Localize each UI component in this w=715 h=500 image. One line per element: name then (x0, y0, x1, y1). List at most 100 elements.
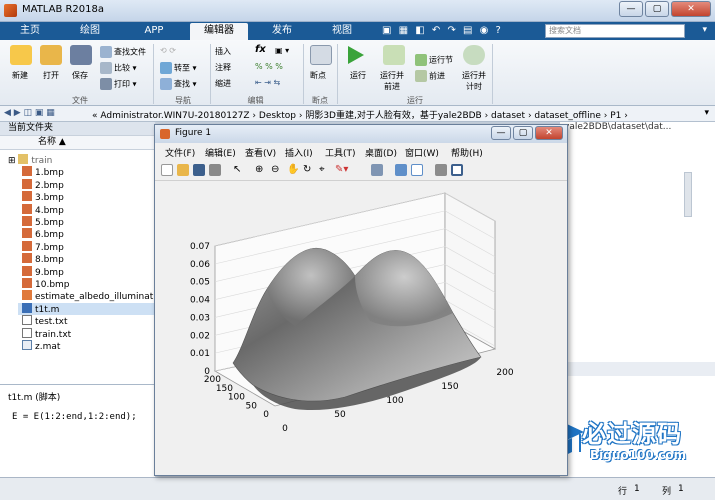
save-icon[interactable] (70, 45, 92, 65)
rotate-3d-icon[interactable]: ↻ (303, 164, 315, 176)
figure-close-button[interactable]: ✕ (535, 126, 563, 140)
tab-publish[interactable]: 发布 (258, 23, 306, 40)
file-list-item[interactable]: estimate_albedo_illumination (22, 290, 167, 302)
fx-button[interactable]: fx (255, 44, 266, 55)
file-list-item[interactable]: 9.bmp (22, 265, 64, 278)
open-button[interactable]: 打开 (43, 70, 59, 81)
tab-home[interactable]: 主页 (6, 23, 54, 40)
filter-icon[interactable]: ▾ (702, 25, 707, 35)
menu-help[interactable]: 帮助(H) (451, 146, 483, 159)
file-list-item[interactable]: 5.bmp (22, 216, 64, 228)
run-time-icon[interactable] (463, 45, 485, 65)
image-file-icon (22, 228, 32, 239)
quick-access-icons[interactable]: ▣ ▦ ◧ ↶ ↷ ▤ ◉ ? (382, 25, 503, 36)
new-button[interactable]: 新建 (12, 70, 28, 81)
file-list-item[interactable]: ⊞ train (8, 154, 52, 166)
file-list-item[interactable]: train.txt (22, 327, 71, 340)
hide-plot-tools-icon[interactable] (435, 164, 447, 176)
breakpoints-icon[interactable] (310, 45, 332, 65)
brush-icon[interactable]: ✎▾ (335, 164, 348, 176)
insert-more-icon[interactable]: ▣ ▾ (275, 46, 289, 55)
menu-file[interactable]: 文件(F) (165, 146, 195, 159)
tab-plots[interactable]: 绘图 (66, 23, 114, 40)
print-figure-icon[interactable] (209, 164, 221, 176)
zoom-in-icon[interactable]: ⊕ (255, 164, 267, 176)
show-plot-tools-icon[interactable] (451, 164, 463, 176)
run-time-button[interactable]: 运行并 计时 (462, 70, 486, 92)
maximize-button[interactable]: ▢ (645, 1, 669, 17)
path-dropdown-icon[interactable]: ▾ (704, 108, 709, 118)
advance-button[interactable]: 前进 (415, 70, 445, 82)
run-advance-button[interactable]: 运行并 前进 (380, 70, 404, 92)
pointer-icon[interactable]: ↖ (233, 164, 245, 176)
file-list-item[interactable]: test.txt (22, 315, 68, 327)
run-section-button[interactable]: 运行节 (415, 54, 453, 66)
open-file-icon[interactable] (177, 164, 189, 176)
search-input[interactable]: 搜索文档 (545, 24, 685, 38)
image-file-icon (22, 203, 32, 214)
compare-button[interactable]: 比较 ▾ (100, 62, 137, 74)
text-file-icon (22, 315, 32, 326)
file-list-item[interactable]: 4.bmp (22, 203, 64, 216)
menu-tools[interactable]: 工具(T) (325, 146, 356, 159)
surface-chart[interactable]: 0.070.060.050.040.030.020.010 2001501005… (155, 181, 567, 475)
legend-icon[interactable] (411, 164, 423, 176)
file-name: 10.bmp (35, 280, 70, 290)
indent-button[interactable]: 缩进 (215, 78, 231, 89)
menu-view[interactable]: 查看(V) (245, 146, 276, 159)
colorbar-icon[interactable] (395, 164, 407, 176)
comment-icons[interactable]: % % % (255, 62, 283, 71)
figure-maximize-button[interactable]: ▢ (513, 126, 533, 140)
insert-button[interactable]: 插入 (215, 46, 231, 57)
file-list-item[interactable]: 1.bmp (22, 166, 64, 178)
figure-title: Figure 1 (175, 128, 212, 138)
new-icon[interactable] (10, 45, 32, 65)
link-plot-icon[interactable] (371, 164, 383, 176)
file-list-item[interactable]: 6.bmp (22, 228, 64, 240)
menu-insert[interactable]: 插入(I) (285, 146, 313, 159)
file-list-item[interactable]: t1t.m (18, 302, 155, 315)
tab-editor[interactable]: 编辑器 (190, 23, 248, 40)
file-list-item[interactable]: 2.bmp (22, 178, 64, 191)
run-advance-icon[interactable] (383, 45, 405, 65)
find-button[interactable]: 查找 ▾ (160, 78, 197, 90)
file-list-item[interactable]: 3.bmp (22, 191, 64, 203)
nav-buttons-icon[interactable]: ◀ ▶ ◫ ▣ ▦ (4, 108, 55, 118)
scrollbar[interactable] (684, 172, 692, 217)
file-list-item[interactable]: 7.bmp (22, 240, 64, 253)
menu-desktop[interactable]: 桌面(D) (365, 146, 397, 159)
run-icon[interactable] (348, 46, 364, 64)
file-list-item[interactable]: 8.bmp (22, 253, 64, 265)
compare-label: 比较 (114, 63, 130, 73)
comment-button[interactable]: 注释 (215, 62, 231, 73)
file-name: estimate_albedo_illumination (35, 292, 168, 303)
tab-apps[interactable]: APP (130, 23, 178, 40)
minimize-button[interactable]: — (619, 1, 643, 17)
path-breadcrumb[interactable]: « Administrator.WIN7U-20180127Z › Deskto… (92, 108, 628, 121)
open-folder-icon[interactable] (40, 45, 62, 65)
goto-button[interactable]: 转至 ▾ (160, 62, 197, 74)
print-button[interactable]: 打印 ▾ (100, 78, 137, 90)
data-cursor-icon[interactable]: ⌖ (319, 164, 331, 176)
find-files-button[interactable]: 查找文件 (100, 46, 146, 58)
pan-hand-icon[interactable]: ✋ (287, 164, 299, 176)
zoom-out-icon[interactable]: ⊖ (271, 164, 283, 176)
breakpoints-button[interactable]: 断点 (310, 70, 326, 81)
figure-window-controls: — ▢ ✕ (491, 126, 563, 140)
expand-icon[interactable]: ⊞ (8, 156, 18, 166)
tab-view[interactable]: 视图 (318, 23, 366, 40)
new-figure-icon[interactable] (161, 164, 173, 176)
file-list-item[interactable]: 10.bmp (22, 278, 70, 290)
menu-window[interactable]: 窗口(W) (405, 146, 439, 159)
file-list-item[interactable]: z.mat (22, 340, 60, 352)
close-button[interactable]: ✕ (671, 1, 711, 17)
indent-icons[interactable]: ⇤ ⇥ ⇆ (255, 78, 280, 87)
save-button[interactable]: 保存 (72, 70, 88, 81)
column-header-name[interactable]: 名称 ▲ (0, 136, 155, 150)
menu-edit[interactable]: 编辑(E) (205, 146, 236, 159)
run-button[interactable]: 运行 (350, 70, 366, 81)
image-file-icon (22, 265, 32, 276)
save-figure-icon[interactable] (193, 164, 205, 176)
figure-minimize-button[interactable]: — (491, 126, 511, 140)
plot-area[interactable]: 0.07 0.06 0.05 0.04 0.03 0.02 0.01 0 200 150 100 5… (155, 181, 567, 475)
